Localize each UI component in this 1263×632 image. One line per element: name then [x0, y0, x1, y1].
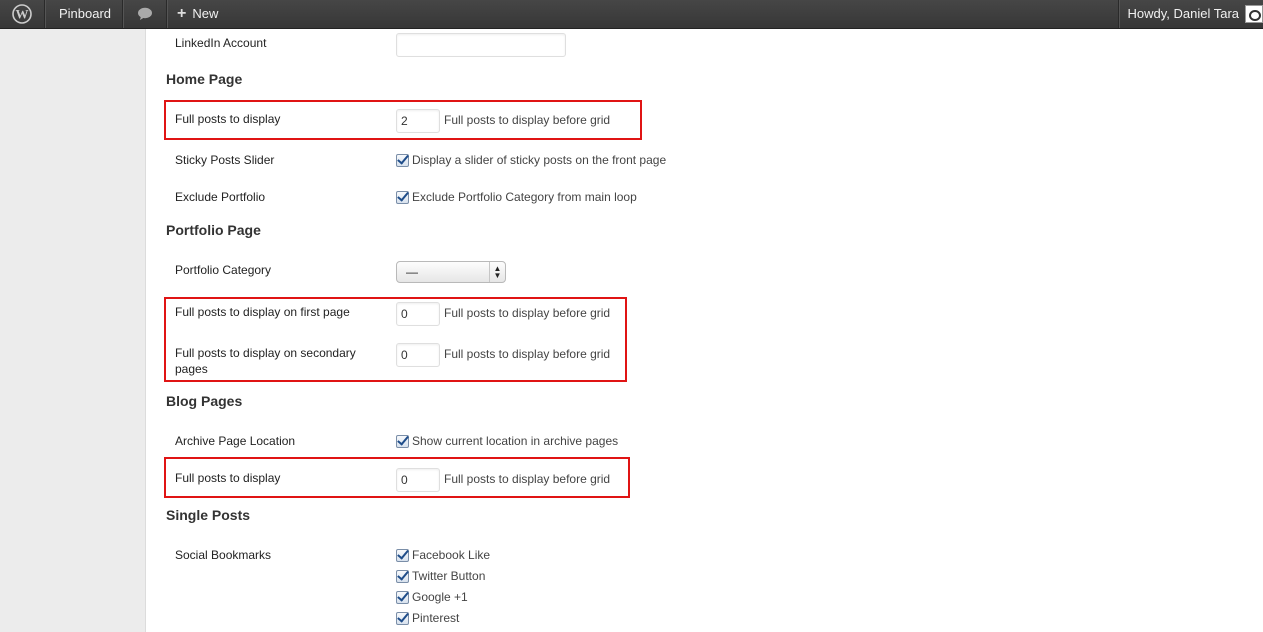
portfolio-category-select[interactable]: — ▲ ▼ — [396, 261, 506, 283]
archive-location-desc: Show current location in archive pages — [412, 434, 619, 448]
social-bookmarks-label: Social Bookmarks — [175, 548, 272, 562]
comment-bubble-icon[interactable] — [134, 0, 156, 28]
blog-full-posts-desc: Full posts to display before grid — [444, 472, 611, 486]
sticky-slider-checkbox-row[interactable]: Display a slider of sticky posts on the … — [396, 153, 666, 167]
social-option-label: Google +1 — [412, 590, 468, 604]
plus-icon: + — [177, 5, 187, 22]
svg-text:W: W — [16, 7, 29, 22]
social-option-pinterest[interactable]: Pinterest — [396, 611, 459, 625]
exclude-portfolio-checkbox-row[interactable]: Exclude Portfolio Category from main loo… — [396, 190, 637, 204]
wordpress-logo-icon[interactable]: W — [8, 0, 36, 28]
social-option-google[interactable]: Google +1 — [396, 590, 468, 604]
single-posts-heading: Single Posts — [166, 507, 251, 523]
portfolio-category-label: Portfolio Category — [175, 263, 272, 277]
new-label: New — [192, 6, 219, 21]
blog-full-posts-input[interactable] — [396, 468, 440, 492]
portfolio-first-page-input[interactable] — [396, 302, 440, 326]
portfolio-secondary-desc: Full posts to display before grid — [444, 347, 611, 361]
checkmark-icon[interactable] — [396, 190, 409, 204]
social-option-twitter[interactable]: Twitter Button — [396, 569, 485, 583]
portfolio-first-page-label: Full posts to display on first page — [175, 305, 350, 319]
social-option-facebook[interactable]: Facebook Like — [396, 548, 490, 562]
blog-pages-heading: Blog Pages — [166, 393, 243, 409]
new-content-button[interactable]: + New — [177, 0, 218, 28]
avatar — [1245, 5, 1263, 23]
site-name-link[interactable]: Pinboard — [59, 0, 111, 28]
admin-sidebar — [0, 29, 145, 632]
checkmark-icon[interactable] — [396, 153, 409, 167]
checkmark-icon[interactable] — [396, 434, 409, 448]
social-option-label: Facebook Like — [412, 548, 491, 562]
checkmark-icon[interactable] — [396, 611, 409, 625]
home-full-posts-input[interactable] — [396, 109, 440, 133]
linkedin-label: LinkedIn Account — [175, 36, 267, 50]
checkmark-icon[interactable] — [396, 569, 409, 583]
home-full-posts-desc: Full posts to display before grid — [444, 113, 611, 127]
checkmark-icon[interactable] — [396, 590, 409, 604]
settings-panel: LinkedIn Account Home Page Full posts to… — [145, 29, 1263, 632]
portfolio-category-value: — — [406, 265, 418, 279]
social-option-label: Twitter Button — [412, 569, 486, 583]
portfolio-first-page-desc: Full posts to display before grid — [444, 306, 611, 320]
home-full-posts-label: Full posts to display — [175, 112, 281, 126]
sticky-slider-desc: Display a slider of sticky posts on the … — [412, 153, 667, 167]
greeting-text: Howdy, Daniel Tara — [1127, 6, 1239, 21]
linkedin-input[interactable] — [396, 33, 566, 57]
sticky-slider-label: Sticky Posts Slider — [175, 153, 275, 167]
updown-arrows-icon: ▲ ▼ — [489, 262, 505, 282]
my-account-menu[interactable]: Howdy, Daniel Tara — [1117, 0, 1263, 28]
exclude-portfolio-label: Exclude Portfolio — [175, 190, 266, 204]
archive-location-label: Archive Page Location — [175, 434, 296, 448]
blog-full-posts-label: Full posts to display — [175, 471, 281, 485]
admin-bar: W Pinboard + New Howdy, Daniel Tara — [0, 0, 1263, 29]
portfolio-secondary-input[interactable] — [396, 343, 440, 367]
portfolio-secondary-label: Full posts to display on secondary pages — [175, 346, 356, 376]
portfolio-page-heading: Portfolio Page — [166, 222, 261, 238]
archive-location-checkbox-row[interactable]: Show current location in archive pages — [396, 434, 618, 448]
exclude-portfolio-desc: Exclude Portfolio Category from main loo… — [412, 190, 637, 204]
social-option-label: Pinterest — [412, 611, 460, 625]
home-page-heading: Home Page — [166, 71, 243, 87]
checkmark-icon[interactable] — [396, 548, 409, 562]
